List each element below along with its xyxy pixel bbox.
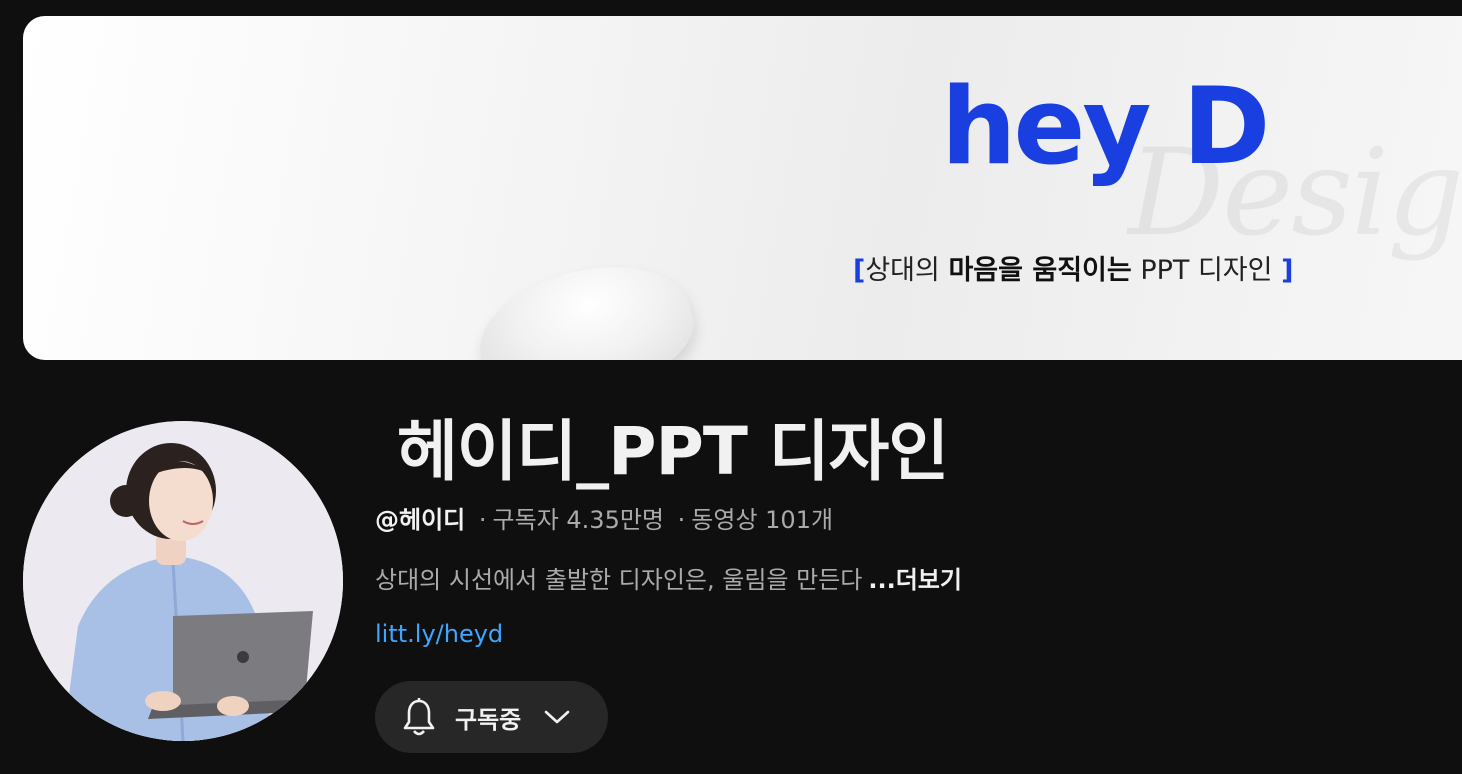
meta-separator: · — [478, 506, 487, 534]
banner-tagline: [상대의 마음을 움직이는 PPT 디자인 ] — [853, 248, 1293, 287]
tagline-open-bracket: [ — [853, 255, 866, 286]
chevron-down-icon — [544, 710, 570, 724]
channel-banner: Design hey D [상대의 마음을 움직이는 PPT 디자인 ] — [23, 16, 1462, 360]
subscriber-count: 구독자 4.35만명 — [492, 506, 664, 534]
tagline-bold: 마음을 움직이는 — [948, 255, 1132, 286]
channel-link[interactable]: litt.ly/heyd — [375, 620, 503, 648]
tagline-text-2: PPT 디자인 — [1131, 255, 1282, 286]
subscribed-label: 구독중 — [455, 705, 522, 734]
tagline-text-1: 상대의 — [865, 255, 949, 286]
banner-logo: hey D — [941, 65, 1270, 188]
channel-meta: @헤이디 · 구독자 4.35만명 · 동영상 101개 — [375, 500, 833, 535]
banner-mouse-image — [466, 246, 705, 360]
video-count: 동영상 101개 — [691, 506, 834, 534]
meta-separator: · — [677, 506, 686, 534]
channel-description[interactable]: 상대의 시선에서 출발한 디자인은, 울림을 만든다 ...더보기 — [375, 560, 962, 595]
tagline-close-bracket: ] — [1281, 255, 1294, 286]
channel-name: 헤이디_PPT 디자인 — [375, 413, 949, 490]
bell-icon — [403, 698, 435, 736]
more-button[interactable]: ...더보기 — [868, 566, 962, 594]
subscribed-button[interactable]: 구독중 — [375, 681, 608, 753]
description-text: 상대의 시선에서 출발한 디자인은, 울림을 만든다 — [375, 566, 863, 594]
channel-avatar[interactable] — [23, 421, 343, 741]
channel-handle: @헤이디 — [375, 506, 466, 534]
